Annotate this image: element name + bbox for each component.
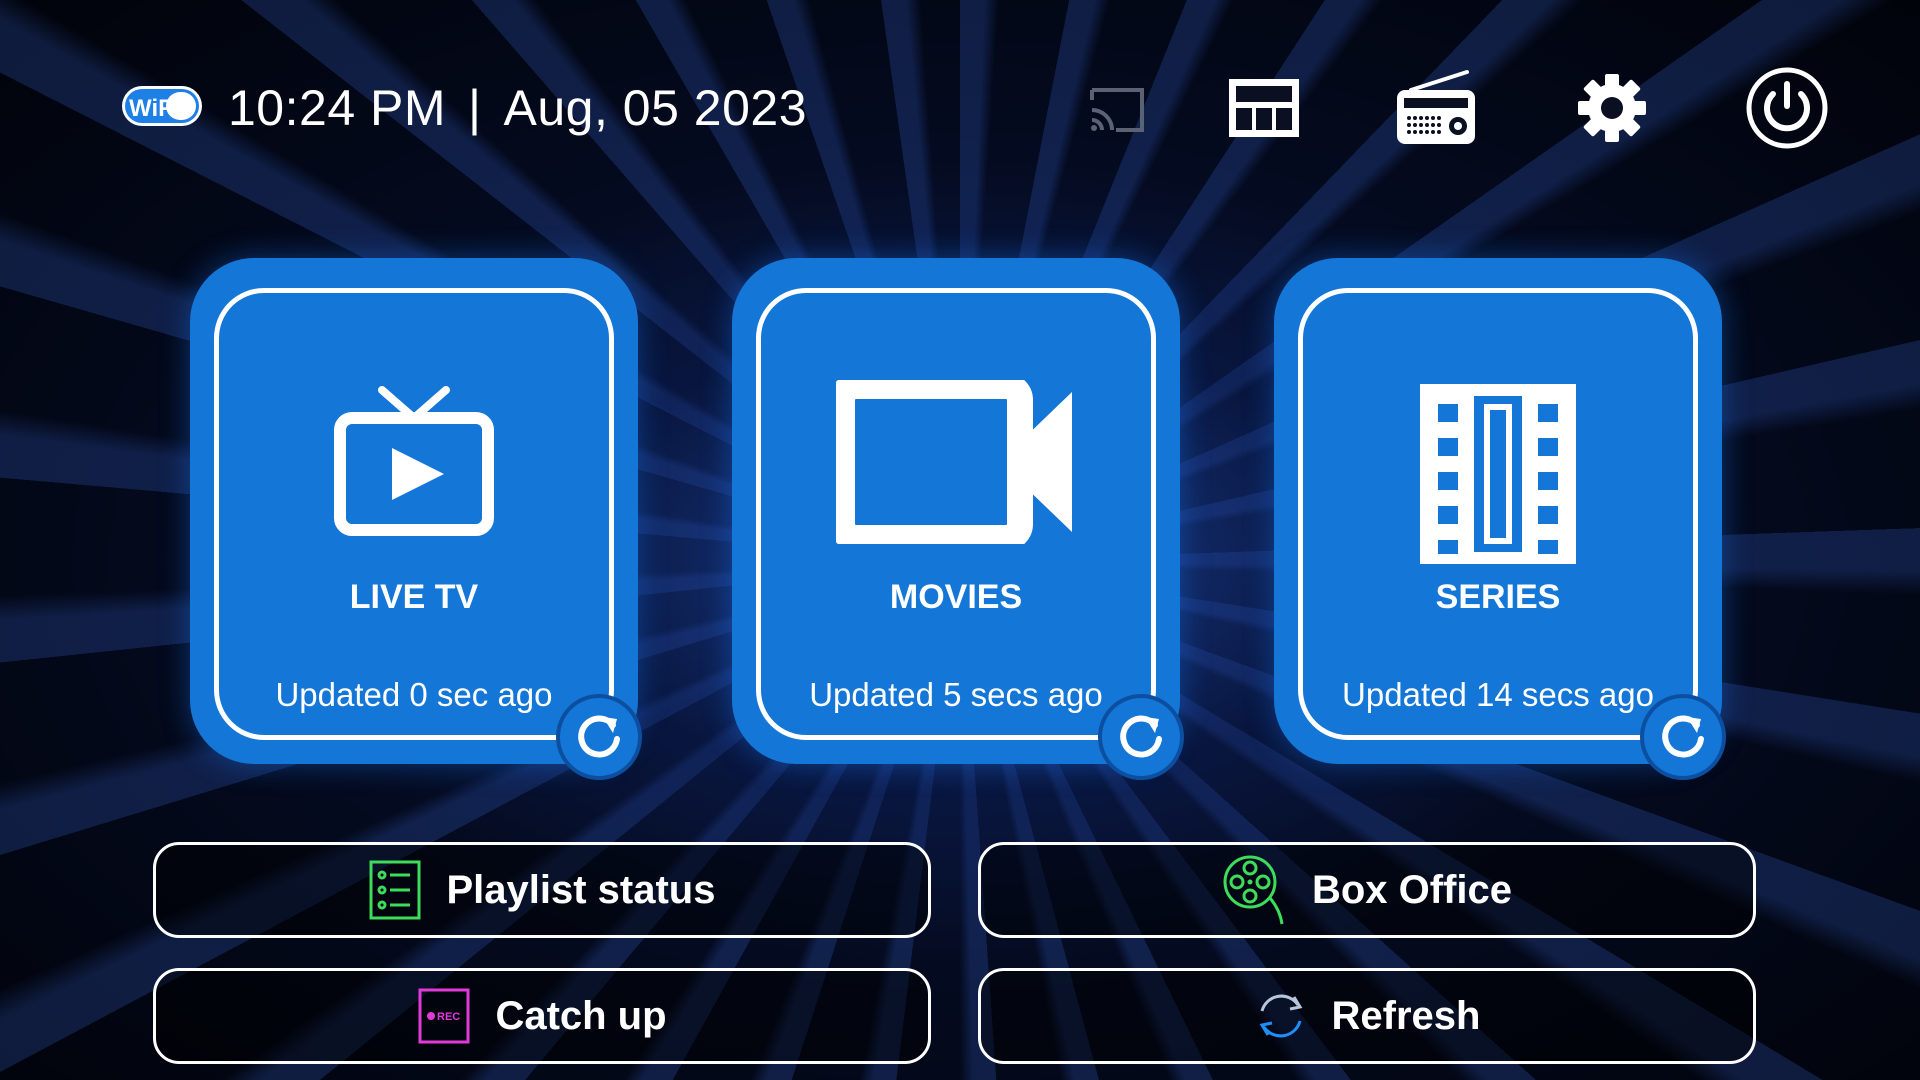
card-title: SERIES (1435, 578, 1561, 616)
power-icon[interactable] (1742, 67, 1832, 149)
video-camera-icon (732, 380, 1180, 544)
sync-icon (1254, 987, 1308, 1045)
time-text: 10:24 PM (228, 80, 447, 136)
tv-play-icon (190, 378, 638, 538)
card-refresh-button[interactable] (556, 694, 642, 780)
refresh-button[interactable]: Refresh (978, 968, 1756, 1064)
film-strip-icon (1274, 382, 1722, 566)
checklist-icon (368, 859, 422, 921)
datetime-display: 10:24 PM | Aug, 05 2023 (228, 78, 807, 138)
box-office-label: Box Office (1311, 867, 1513, 912)
card-title: LIVE TV (349, 578, 479, 616)
movies-card[interactable]: MOVIES Updated 5 secs ago (732, 258, 1184, 780)
multiscreen-icon[interactable] (1224, 68, 1304, 148)
wifi-label: WiFi (129, 95, 179, 122)
cast-icon[interactable] (1082, 68, 1152, 148)
home-screen: WiFi 10:24 PM | Aug, 05 2023 LIVE TV Upd… (0, 0, 1920, 1080)
live-tv-card[interactable]: LIVE TV Updated 0 sec ago (190, 258, 642, 780)
catch-up-label: Catch up (495, 993, 667, 1038)
datetime-separator: | (468, 80, 482, 136)
refresh-icon (1662, 715, 1704, 758)
refresh-icon (578, 715, 620, 758)
wifi-icon: WiFi (120, 78, 204, 134)
playlist-status-button[interactable]: Playlist status (153, 842, 931, 938)
box-office-button[interactable]: Box Office (978, 842, 1756, 938)
card-title: MOVIES (889, 578, 1023, 616)
card-refresh-button[interactable] (1098, 694, 1184, 780)
rec-icon: REC (417, 987, 471, 1045)
catch-up-button[interactable]: REC Catch up (153, 968, 931, 1064)
card-refresh-button[interactable] (1640, 694, 1726, 780)
playlist-status-label: Playlist status (446, 867, 716, 912)
refresh-label: Refresh (1331, 993, 1481, 1038)
radio-icon[interactable] (1394, 68, 1478, 148)
gear-icon[interactable] (1574, 68, 1650, 148)
film-reel-icon (1222, 854, 1288, 926)
refresh-icon (1120, 715, 1162, 758)
date-text: Aug, 05 2023 (503, 80, 808, 136)
series-card[interactable]: SERIES Updated 14 secs ago (1274, 258, 1726, 780)
rec-badge-text: REC (437, 1011, 460, 1023)
